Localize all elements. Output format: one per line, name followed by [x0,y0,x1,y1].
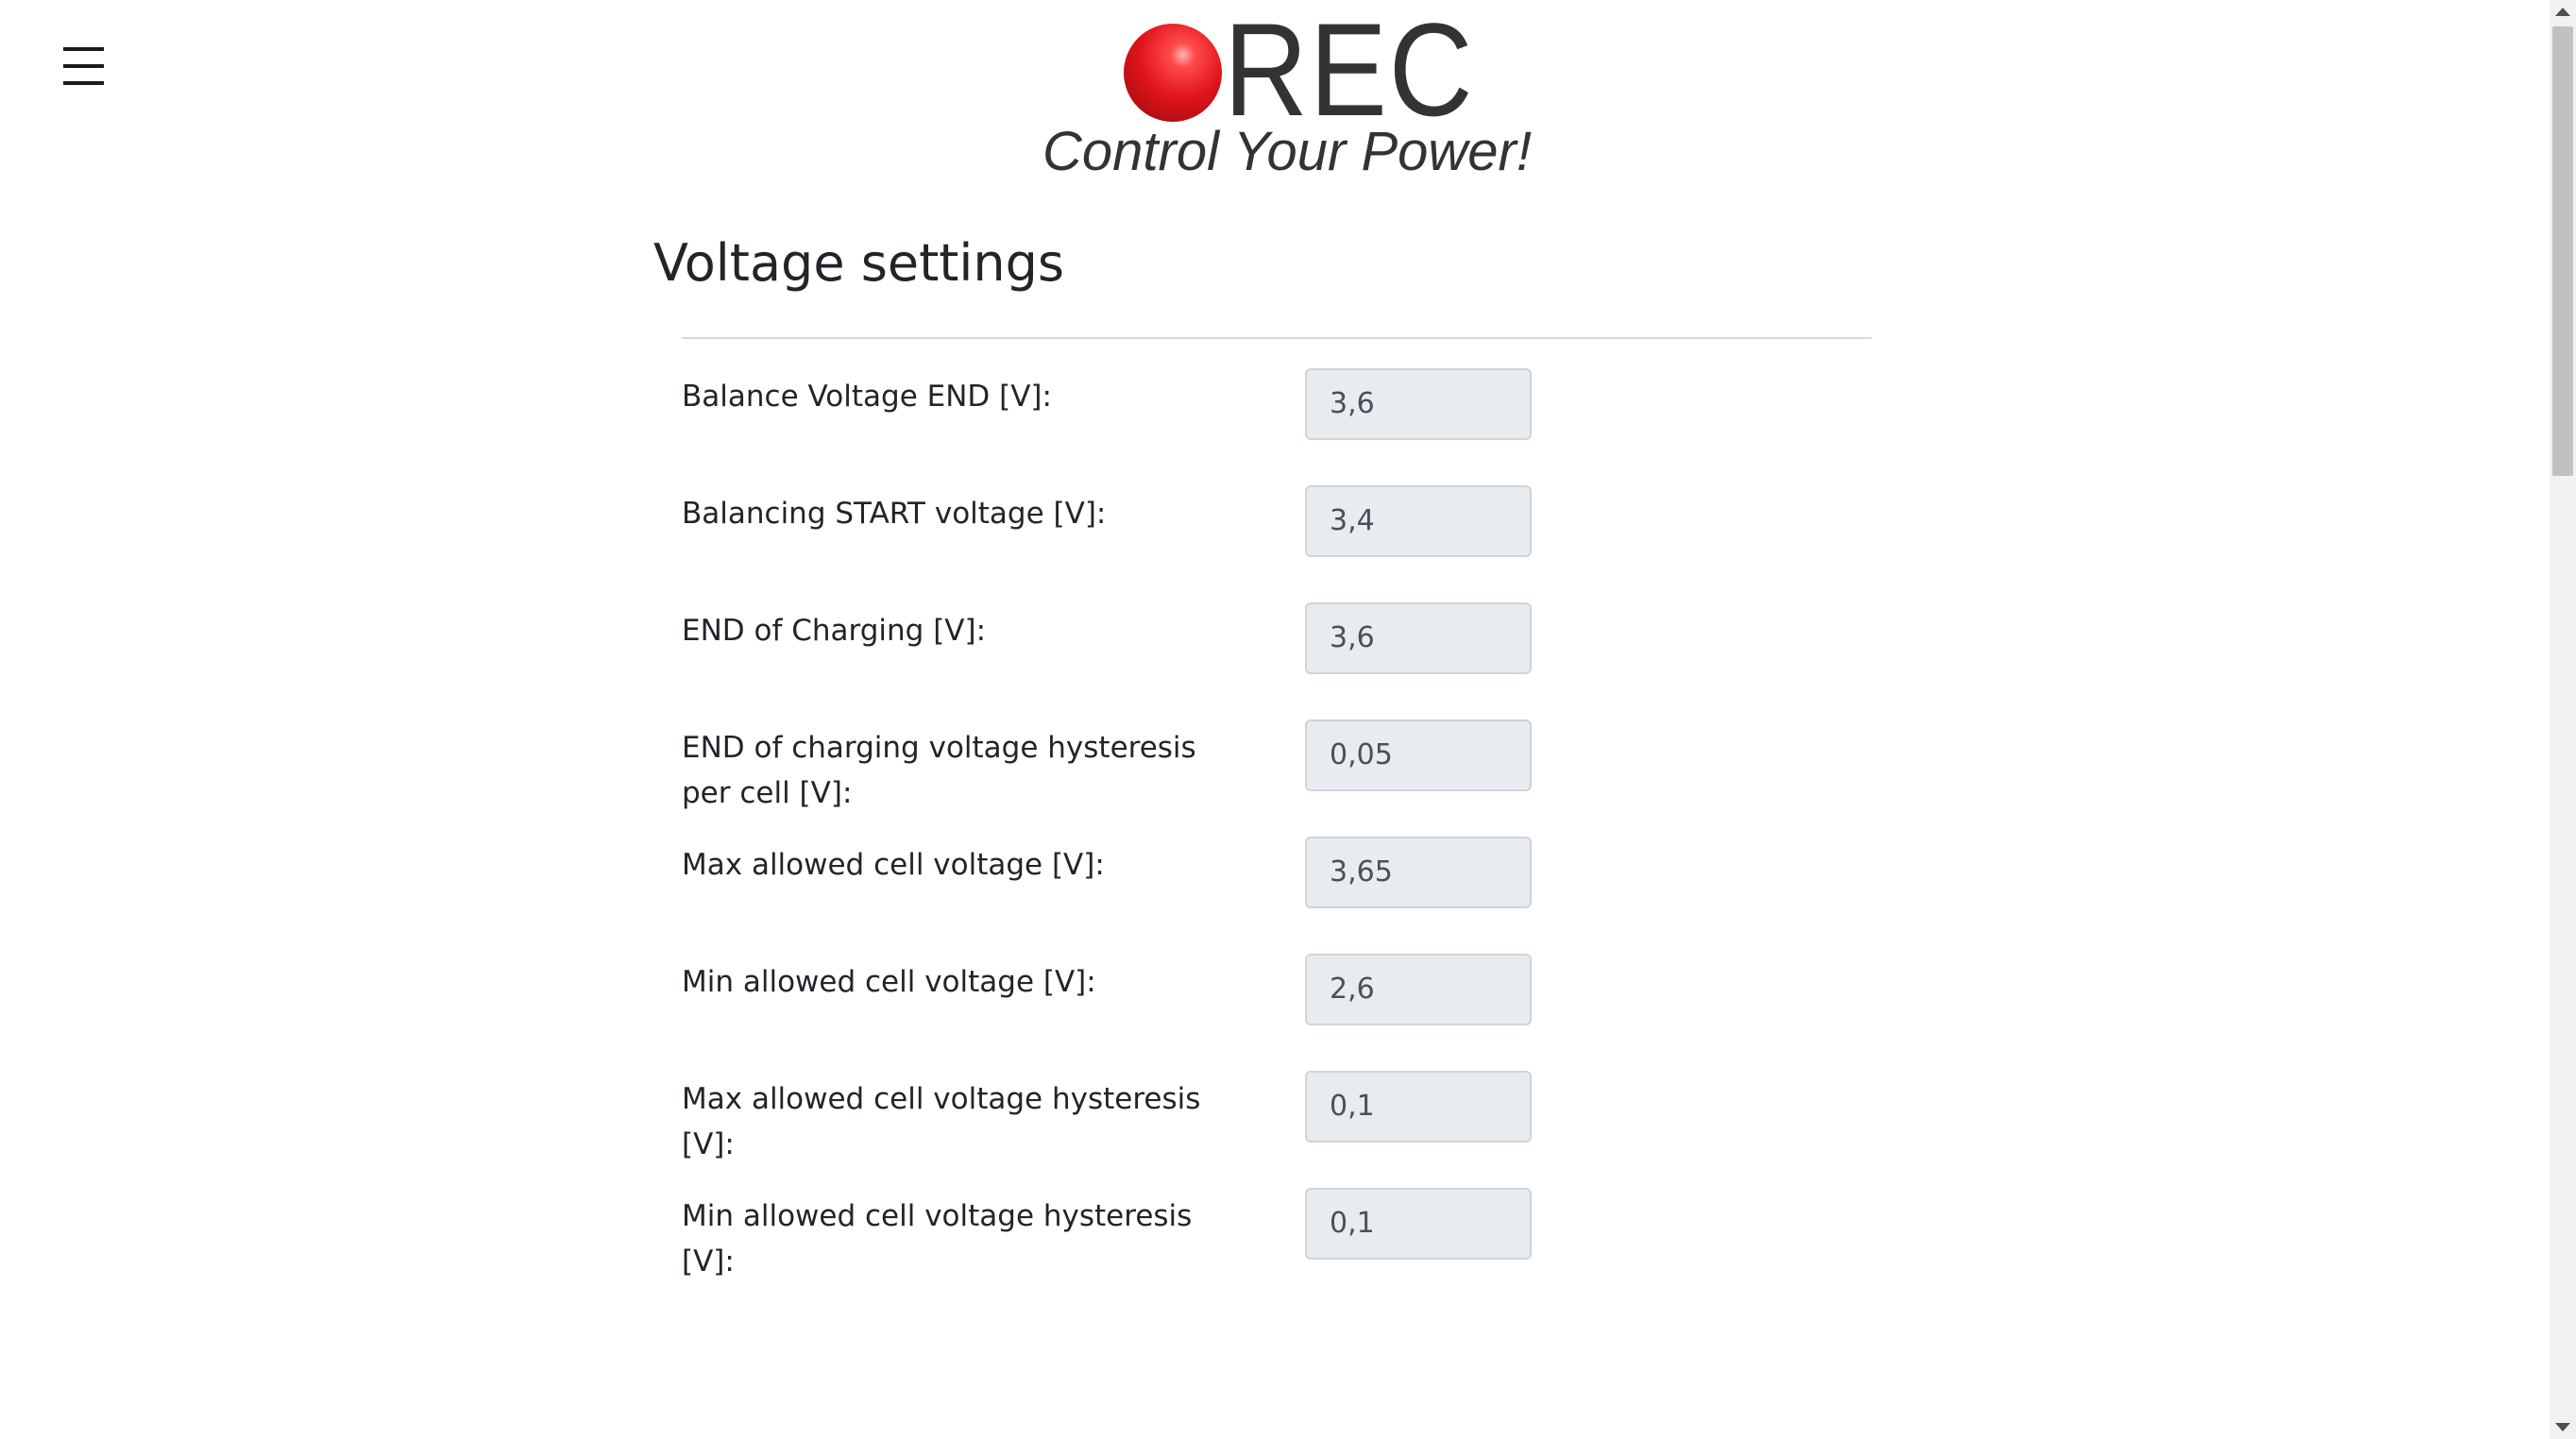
logo-red-ball-icon [1124,24,1222,122]
setting-value-field[interactable]: 3,4 [1305,485,1532,557]
setting-row: END of Charging [V]: 3,6 [682,602,1872,706]
setting-label: END of charging voltage hysteresis per c… [682,731,1196,810]
logo-brand-text: REC [1224,0,1475,144]
setting-label: Min allowed cell voltage hysteresis [V]: [682,1199,1193,1278]
page-title: Voltage settings [653,233,1065,293]
menu-bar [63,64,104,68]
setting-value-field[interactable]: 0,1 [1305,1071,1532,1143]
scroll-down-arrow-icon[interactable] [2555,1423,2570,1431]
page: REC Control Your Power! Voltage settings… [0,0,2576,1439]
setting-label: Balancing START voltage [V]: [682,497,1107,531]
setting-row: Min allowed cell voltage [V]: 2,6 [682,954,1872,1058]
setting-value-field[interactable]: 3,6 [1305,602,1532,674]
setting-value-field[interactable]: 2,6 [1305,954,1532,1025]
rec-logo: REC Control Your Power! [1039,4,1532,189]
setting-row: Balancing START voltage [V]: 3,4 [682,485,1872,589]
menu-bar [63,81,104,85]
setting-label: Max allowed cell voltage [V]: [682,848,1105,882]
logo-tagline: Control Your Power! [1042,121,1532,182]
scrollbar-thumb[interactable] [2552,26,2573,476]
setting-row: Min allowed cell voltage hysteresis [V]:… [682,1188,1872,1292]
setting-row: Max allowed cell voltage [V]: 3,65 [682,837,1872,940]
menu-bar [63,47,104,51]
hamburger-menu-icon[interactable] [59,42,110,91]
setting-row: Balance Voltage END [V]: 3,6 [682,368,1872,472]
vertical-scrollbar[interactable] [2550,0,2576,1439]
setting-label: END of Charging [V]: [682,614,987,648]
setting-label: Max allowed cell voltage hysteresis [V]: [682,1082,1201,1161]
setting-label: Balance Voltage END [V]: [682,380,1052,414]
setting-value-field[interactable]: 0,1 [1305,1188,1532,1260]
setting-value-field[interactable]: 0,05 [1305,720,1532,791]
scroll-up-arrow-icon[interactable] [2555,8,2570,16]
setting-value-field[interactable]: 3,65 [1305,837,1532,908]
setting-value-field[interactable]: 3,6 [1305,368,1532,440]
setting-row: END of charging voltage hysteresis per c… [682,720,1872,823]
title-divider [682,337,1872,339]
setting-row: Max allowed cell voltage hysteresis [V]:… [682,1071,1872,1175]
setting-label: Min allowed cell voltage [V]: [682,965,1096,999]
